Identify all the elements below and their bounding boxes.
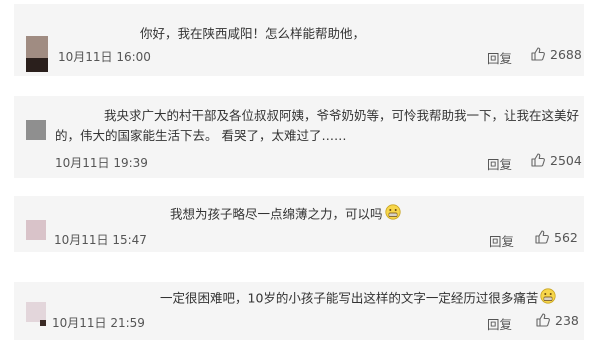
- thumbs-up-icon: [531, 153, 545, 167]
- comment-text-line-2: 的，伟大的国家能生活下去。 看哭了，太难过了……: [55, 128, 347, 143]
- grimace-emoji-icon: [540, 288, 557, 310]
- comment-text: 一定很困难吧，10岁的小孩子能写出这样的文字一定经历过很多痛苦: [160, 288, 557, 310]
- like-count: 2688: [550, 46, 582, 62]
- reply-button[interactable]: 回复: [487, 48, 512, 67]
- comment-card: 一定很困难吧，10岁的小孩子能写出这样的文字一定经历过很多痛苦 10月11日 2…: [14, 282, 584, 340]
- like-count: 2504: [550, 152, 582, 168]
- avatar[interactable]: [26, 302, 48, 326]
- reply-button[interactable]: 回复: [487, 154, 512, 173]
- like-count: 562: [554, 229, 578, 245]
- thumbs-up-icon: [531, 47, 545, 61]
- like-button[interactable]: 2688: [530, 46, 582, 62]
- comment-text-line-1: 我央求广大的村干部及各位叔叔阿姨，爷爷奶奶等，可怜我帮助我一下，让我在这美好: [104, 108, 580, 123]
- comment-text: 我想为孩子略尽一点绵薄之力，可以吗: [170, 204, 401, 226]
- avatar[interactable]: [26, 220, 48, 240]
- avatar[interactable]: [26, 120, 48, 140]
- reply-button[interactable]: 回复: [489, 231, 514, 250]
- comment-time: 10月11日 19:39: [55, 156, 148, 170]
- comment-text: 你好，我在陕西咸阳！怎么样能帮助他，: [140, 26, 366, 41]
- like-button[interactable]: 2504: [530, 152, 582, 168]
- comment-card: 我想为孩子略尽一点绵薄之力，可以吗 10月11日 15:47 回复 562: [14, 196, 584, 252]
- grimace-emoji-icon: [384, 204, 401, 226]
- comment-card: 我央求广大的村干部及各位叔叔阿姨，爷爷奶奶等，可怜我帮助我一下，让我在这美好 的…: [14, 96, 584, 178]
- avatar[interactable]: [26, 36, 48, 72]
- comment-text-content: 一定很困难吧，10岁的小孩子能写出这样的文字一定经历过很多痛苦: [160, 290, 539, 306]
- comment-time: 10月11日 15:47: [54, 233, 147, 247]
- like-button[interactable]: 562: [534, 229, 578, 245]
- thumbs-up-icon: [536, 313, 550, 327]
- like-count: 238: [555, 312, 579, 328]
- comment-time: 10月11日 16:00: [58, 50, 151, 64]
- reply-button[interactable]: 回复: [487, 314, 512, 333]
- thumbs-up-icon: [535, 230, 549, 244]
- like-button[interactable]: 238: [535, 312, 579, 328]
- comment-text-content: 我想为孩子略尽一点绵薄之力，可以吗: [170, 206, 383, 222]
- comment-time: 10月11日 21:59: [52, 316, 145, 330]
- comment-card: 你好，我在陕西咸阳！怎么样能帮助他， 10月11日 16:00 回复 2688: [14, 4, 584, 76]
